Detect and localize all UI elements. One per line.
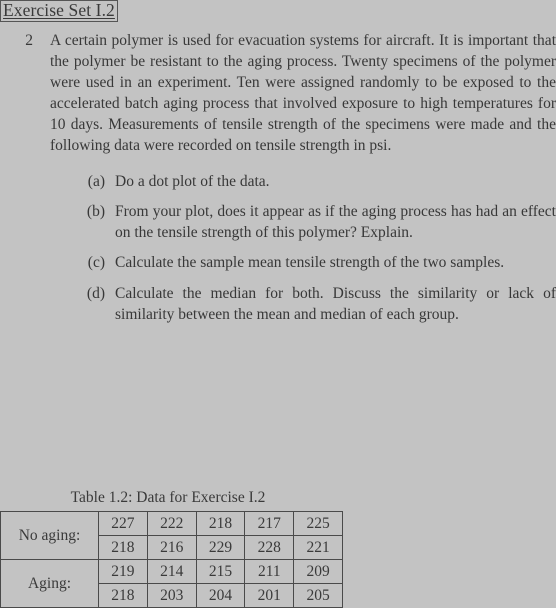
problem-subitem-list: (a) Do a dot plot of the data. (b) From …	[50, 171, 556, 326]
subitem-b-label: (b)	[86, 202, 105, 220]
row-label-no-aging: No aging:	[0, 511, 99, 560]
table-cell: 228	[244, 535, 295, 560]
table-cell: 216	[146, 535, 197, 560]
problem-body: A certain polymer is used for evacuation…	[33, 30, 556, 325]
table-cell: 229	[195, 535, 246, 560]
problem-statement: A certain polymer is used for evacuation…	[50, 32, 556, 155]
data-table-body: No aging: 227 222 218 217 225 218 216 22…	[0, 511, 343, 608]
data-table-block: Table 1.2: Data for Exercise I.2 No agin…	[0, 488, 556, 608]
table-caption-wrap: Table 1.2: Data for Exercise I.2	[0, 488, 336, 508]
subitem-a-label: (a)	[87, 172, 105, 190]
table-cell: 204	[195, 583, 246, 608]
table-cell: 221	[293, 535, 343, 560]
subitem-d-label: (d)	[86, 284, 105, 302]
table-cell: 211	[244, 559, 295, 584]
table-cell: 218	[98, 535, 148, 560]
subitem-c-label: (c)	[87, 254, 105, 272]
table-cell: 219	[98, 559, 148, 584]
table-cell: 201	[244, 583, 295, 608]
section-heading: Exercise Set I.2	[0, 0, 118, 22]
table-row: Aging: 219 214 215 211 209	[0, 559, 343, 608]
table-cell: 214	[146, 559, 197, 584]
subitem-a-text: Do a dot plot of the data.	[115, 172, 270, 190]
table-cell: 218	[195, 511, 246, 536]
problem-row: 2 A certain polymer is used for evacuati…	[0, 30, 556, 325]
section-heading-box: Exercise Set I.2	[0, 0, 118, 22]
section-heading-label: Exercise Set I.2	[3, 0, 115, 20]
subitem-a: (a) Do a dot plot of the data.	[72, 171, 556, 192]
subitem-c: (c) Calculate the sample mean tensile st…	[72, 252, 556, 273]
data-table: No aging: 227 222 218 217 225 218 216 22…	[0, 511, 343, 608]
row-label-aging: Aging:	[0, 559, 99, 608]
table-caption: Table 1.2: Data for Exercise I.2	[70, 489, 266, 506]
table-cell: 215	[195, 559, 246, 584]
table-cell: 227	[98, 511, 148, 536]
table-cell: 218	[98, 583, 148, 608]
table-cell: 217	[244, 511, 295, 536]
subitem-b: (b) From your plot, does it appear as if…	[72, 201, 556, 244]
problem-number: 2	[25, 32, 33, 49]
document-page: Exercise Set I.2 2 A certain polymer is …	[0, 0, 556, 608]
table-row: No aging: 227 222 218 217 225	[0, 511, 343, 560]
table-cell: 209	[293, 559, 343, 584]
subitem-d-text: Calculate the median for both. Discuss t…	[115, 284, 556, 324]
table-cell: 205	[293, 583, 343, 608]
table-cell: 203	[146, 583, 197, 608]
subitem-d: (d) Calculate the median for both. Discu…	[72, 283, 556, 326]
table-cell: 225	[293, 511, 343, 536]
table-cell: 222	[146, 511, 197, 536]
subitem-b-text: From your plot, does it appear as if the…	[115, 202, 556, 242]
problem-block: 2 A certain polymer is used for evacuati…	[0, 30, 556, 325]
subitem-c-text: Calculate the sample mean tensile streng…	[115, 254, 505, 272]
